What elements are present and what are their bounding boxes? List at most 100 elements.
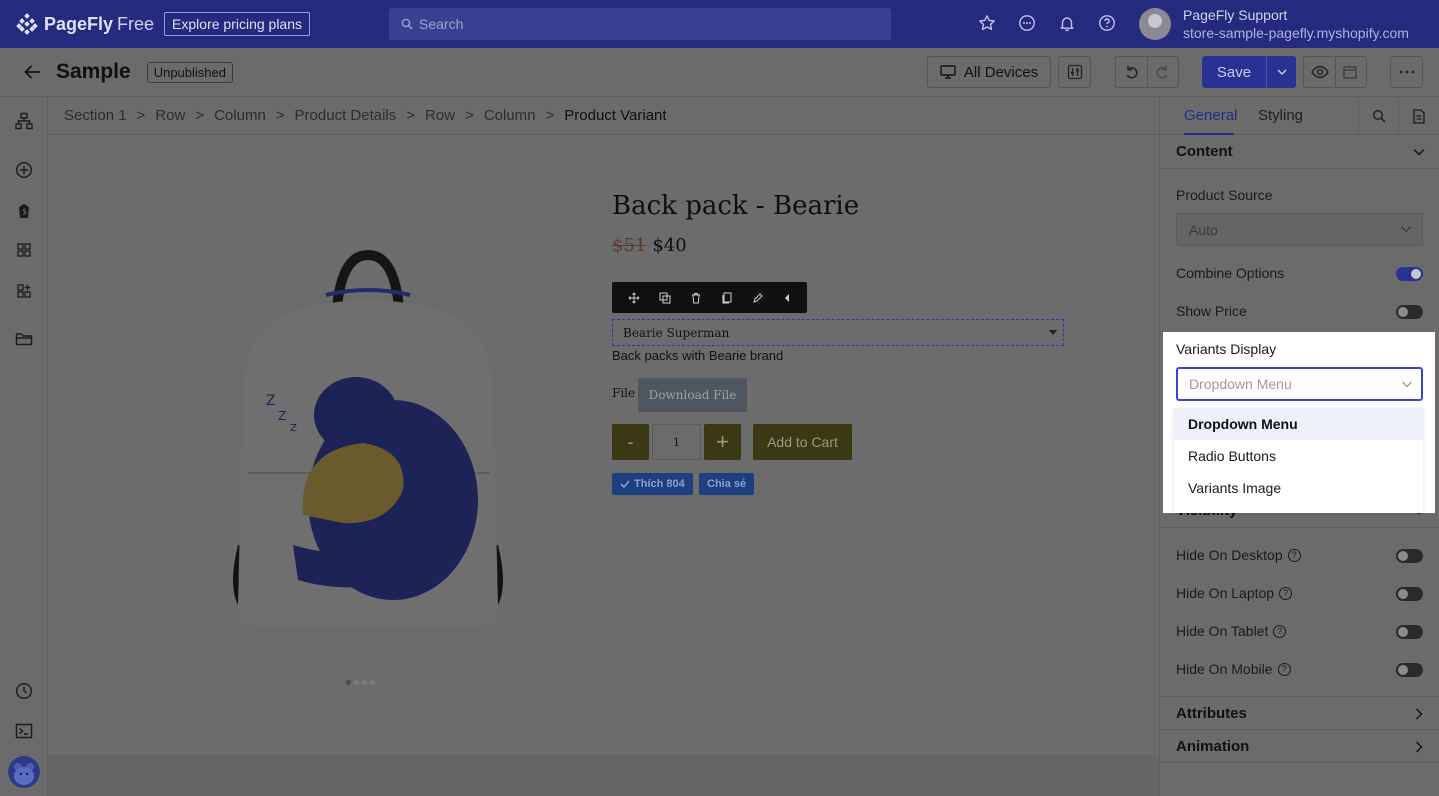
more-icon	[1399, 70, 1414, 74]
document-icon[interactable]	[1398, 97, 1438, 135]
breadcrumb-item[interactable]: Product Details	[295, 107, 397, 124]
back-arrow-icon[interactable]	[20, 60, 44, 84]
divider	[1160, 168, 1439, 169]
help-icon[interactable]: ?	[1277, 662, 1291, 676]
breadcrumb-item[interactable]: Section 1	[64, 107, 127, 124]
show-price-toggle[interactable]	[1396, 305, 1423, 319]
backpack-product-image[interactable]: Z Z Z	[208, 245, 528, 635]
copy-icon[interactable]	[721, 292, 733, 304]
folder-icon[interactable]	[12, 327, 36, 351]
chevron-down-icon	[1276, 69, 1287, 76]
more-options-button[interactable]	[1390, 56, 1423, 88]
tab-general[interactable]: General	[1184, 107, 1237, 124]
quantity-decrease-button[interactable]: -	[612, 424, 649, 460]
breadcrumb-item[interactable]: Column	[484, 107, 536, 124]
search-input[interactable]: Search	[389, 8, 891, 40]
publish-button[interactable]	[1334, 56, 1367, 88]
hide-desktop-toggle[interactable]	[1396, 549, 1423, 563]
quantity-input[interactable]: 1	[652, 424, 701, 460]
redo-button[interactable]	[1146, 56, 1179, 88]
help-icon[interactable]: ?	[1273, 624, 1287, 638]
editor-toolbar: Sample Unpublished All Devices Save	[0, 48, 1439, 97]
product-source-value: Auto	[1189, 221, 1218, 238]
hide-tablet-toggle[interactable]	[1396, 625, 1423, 639]
duplicate-icon[interactable]	[659, 292, 671, 304]
sale-price: $40	[652, 235, 687, 256]
option-dropdown-menu[interactable]: Dropdown Menu	[1174, 408, 1423, 440]
chat-icon[interactable]	[1016, 12, 1038, 34]
product-source-select[interactable]: Auto	[1176, 213, 1423, 246]
monitor-icon	[940, 65, 956, 79]
divider	[1160, 762, 1439, 763]
combine-options-toggle[interactable]	[1396, 267, 1423, 281]
terminal-icon[interactable]	[12, 719, 36, 743]
panel-tabs: General Styling	[1160, 97, 1439, 135]
shopify-icon[interactable]	[12, 199, 36, 223]
caret-left-icon[interactable]	[783, 293, 791, 303]
option-radio-buttons[interactable]: Radio Buttons	[1174, 440, 1423, 472]
all-devices-button[interactable]: All Devices	[927, 56, 1051, 88]
sliders-button[interactable]	[1058, 56, 1091, 88]
user-menu[interactable]: PageFly Support store-sample-pagefly.mys…	[1139, 6, 1409, 42]
bell-icon[interactable]	[1056, 12, 1078, 34]
breadcrumb-item[interactable]: Row	[425, 107, 455, 124]
add-to-cart-button[interactable]: Add to Cart	[753, 424, 852, 460]
hide-tablet-text: Hide On Tablet	[1176, 623, 1269, 639]
help-icon[interactable]: ?	[1287, 548, 1301, 562]
combine-options-label: Combine Options	[1176, 265, 1285, 281]
product-title: Back pack - Bearie	[612, 191, 860, 221]
chevron-right-icon[interactable]	[1412, 707, 1426, 721]
grid-icon[interactable]	[12, 238, 36, 262]
hide-laptop-toggle[interactable]	[1396, 587, 1423, 601]
brand-plan: Free	[117, 13, 155, 34]
attributes-section-title[interactable]: Attributes	[1176, 705, 1247, 722]
variants-display-select[interactable]: Dropdown Menu	[1176, 367, 1423, 401]
explore-pricing-button[interactable]: Explore pricing plans	[164, 12, 311, 36]
editor-canvas: Section 1 > Row > Column > Product Details >…	[48, 97, 1159, 796]
hide-mobile-toggle[interactable]	[1396, 663, 1423, 677]
search-icon[interactable]	[1358, 97, 1398, 135]
trash-icon[interactable]	[690, 292, 702, 304]
tab-styling[interactable]: Styling	[1258, 107, 1303, 124]
help-icon[interactable]	[1096, 12, 1118, 34]
assistant-avatar[interactable]	[8, 756, 40, 788]
apps-icon[interactable]	[12, 279, 36, 303]
product-variant-select[interactable]: Bearie Superman	[612, 319, 1064, 346]
pagination-dot[interactable]	[346, 680, 351, 685]
history-icon[interactable]	[12, 679, 36, 703]
page-title[interactable]: Sample	[56, 60, 131, 84]
breadcrumb-separator-icon: >	[465, 107, 474, 124]
sitemap-icon[interactable]	[12, 109, 36, 133]
facebook-like-button[interactable]: Thích 804	[612, 473, 693, 495]
save-options-button[interactable]	[1266, 56, 1296, 88]
variants-display-field: Variants Display Dropdown Menu Dropdown …	[1163, 332, 1435, 513]
move-icon[interactable]	[628, 292, 640, 304]
facebook-share-button[interactable]: Chia sẻ	[699, 473, 755, 495]
pagefly-logo[interactable]: PageFly Free	[16, 13, 154, 35]
chevron-down-icon[interactable]	[1412, 145, 1426, 159]
pagination-dot[interactable]	[370, 680, 375, 685]
content-section-title[interactable]: Content	[1176, 143, 1233, 160]
star-icon[interactable]	[976, 12, 998, 34]
pagination-dot[interactable]	[362, 680, 367, 685]
breadcrumb-item[interactable]: Column	[214, 107, 266, 124]
hide-tablet-label: Hide On Tablet?	[1176, 623, 1287, 639]
save-button[interactable]: Save	[1202, 56, 1266, 88]
pagination-dot[interactable]	[354, 680, 359, 685]
top-bar: PageFly Free Explore pricing plans Searc…	[0, 0, 1439, 48]
quantity-increase-button[interactable]: +	[704, 424, 741, 460]
image-pagination[interactable]	[346, 680, 375, 685]
preview-button[interactable]	[1303, 56, 1336, 88]
option-variants-image[interactable]: Variants Image	[1174, 472, 1423, 504]
top-actions	[976, 12, 1118, 34]
paint-icon[interactable]	[752, 292, 764, 304]
breadcrumb-item[interactable]: Row	[155, 107, 185, 124]
add-element-icon[interactable]	[12, 158, 36, 182]
search-placeholder: Search	[419, 16, 464, 32]
chevron-right-icon[interactable]	[1412, 740, 1426, 754]
undo-button[interactable]	[1115, 56, 1148, 88]
breadcrumb-current: Product Variant	[564, 107, 667, 124]
download-file-button[interactable]: Download File	[638, 378, 747, 412]
animation-section-title[interactable]: Animation	[1176, 738, 1249, 755]
help-icon[interactable]: ?	[1279, 586, 1293, 600]
